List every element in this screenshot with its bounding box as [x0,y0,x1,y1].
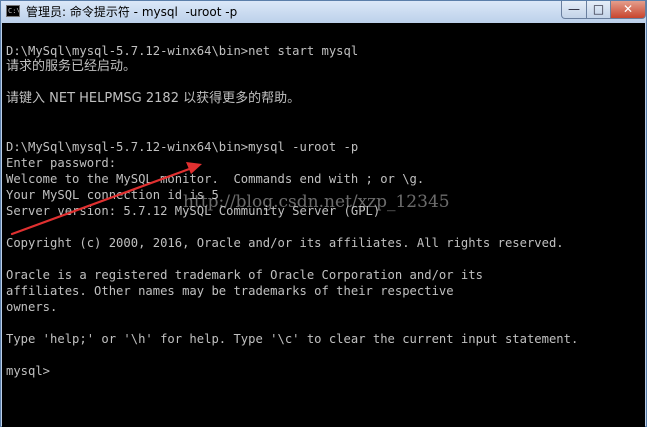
annotation-arrow-icon [10,162,202,236]
